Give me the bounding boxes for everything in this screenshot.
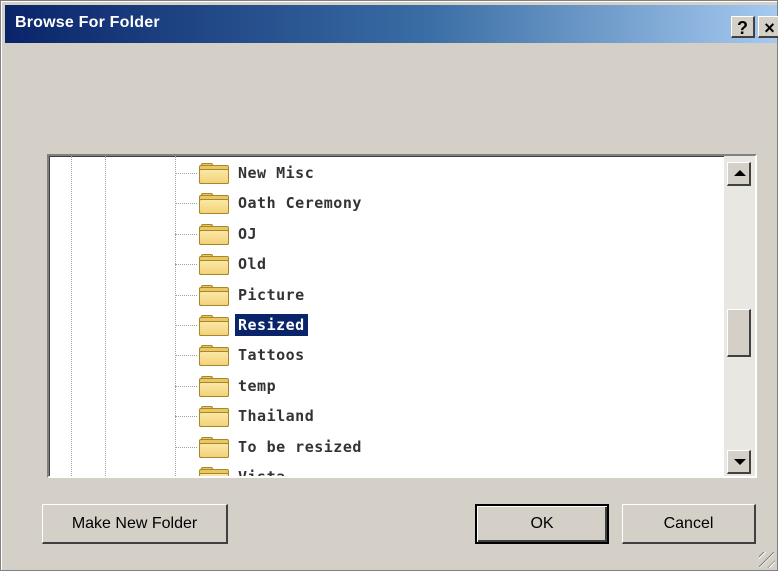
tree-item-label: Old: [238, 255, 267, 274]
folder-icon: [199, 223, 229, 245]
scroll-down-button[interactable]: [727, 450, 751, 474]
tree-connector: [175, 446, 197, 448]
tree-item-label: Picture: [238, 285, 305, 304]
tree-item[interactable]: Oath Ceremony: [175, 190, 365, 216]
tree-item[interactable]: New Misc: [175, 160, 317, 186]
cancel-button[interactable]: Cancel: [622, 504, 756, 544]
tree-connector: [175, 203, 197, 205]
tree-item[interactable]: Resized: [175, 312, 309, 338]
tree-connector: [175, 325, 197, 326]
title-bar[interactable]: Browse For Folder ? ×: [5, 5, 778, 43]
tree-connector: [175, 416, 197, 418]
help-button[interactable]: ?: [731, 16, 755, 38]
folder-icon: [199, 284, 229, 306]
folder-icon: [199, 406, 229, 428]
folder-tree[interactable]: New Misc Oath Ceremony OJ Old Picture Resized…: [47, 154, 757, 478]
folder-icon: [199, 375, 229, 397]
arrow-down-icon: [734, 459, 746, 465]
tree-item-label: Oath Ceremony: [238, 194, 362, 213]
tree-connector: [175, 355, 197, 357]
tree-item[interactable]: Tattoos: [175, 342, 308, 368]
scrollbar-thumb[interactable]: [727, 308, 751, 357]
tree-item[interactable]: OJ: [175, 221, 260, 247]
dialog-title: Browse For Folder: [15, 14, 160, 31]
folder-icon: [199, 345, 229, 367]
arrow-up-icon: [734, 170, 746, 176]
tree-item-label: New Misc: [238, 164, 315, 182]
tree-guide-line: [105, 156, 106, 476]
folder-icon: [199, 163, 229, 184]
tree-item[interactable]: Old: [175, 251, 270, 277]
tree-item-label: To be resized: [238, 437, 362, 456]
tree-item-label: Thailand: [238, 407, 315, 426]
vertical-scrollbar[interactable]: [724, 156, 755, 476]
tree-guide-line: [71, 156, 72, 476]
tree-connector: [175, 233, 197, 235]
tree-item[interactable]: Picture: [175, 282, 308, 308]
tree-item[interactable]: To be resized: [175, 434, 365, 460]
make-new-folder-button[interactable]: Make New Folder: [42, 504, 228, 544]
folder-icon: [199, 254, 229, 276]
tree-connector: [175, 264, 197, 266]
folder-icon: [199, 436, 229, 458]
tree-connector: [175, 477, 197, 478]
browse-for-folder-dialog: Browse For Folder ? × New Misc Oath Cerem…: [0, 0, 778, 571]
tree-item[interactable]: Thailand: [175, 403, 317, 429]
tree-item-label: OJ: [238, 224, 258, 243]
tree-connector: [175, 173, 197, 174]
folder-icon: [199, 193, 229, 215]
tree-item[interactable]: temp: [175, 373, 279, 399]
resize-grip[interactable]: [759, 552, 775, 568]
ok-button[interactable]: OK: [475, 504, 609, 544]
tree-item[interactable]: Vista: [199, 464, 289, 478]
tree-item-label: Resized: [234, 313, 309, 337]
folder-icon: [199, 467, 229, 476]
scroll-up-button[interactable]: [727, 162, 751, 186]
tree-connector: [175, 294, 197, 296]
tree-item-label: temp: [238, 376, 277, 395]
close-button[interactable]: ×: [758, 16, 778, 38]
tree-item-label: Tattoos: [238, 346, 305, 365]
tree-connector: [175, 385, 197, 387]
folder-icon: [199, 315, 229, 336]
tree-item-label: Vista: [238, 468, 286, 478]
